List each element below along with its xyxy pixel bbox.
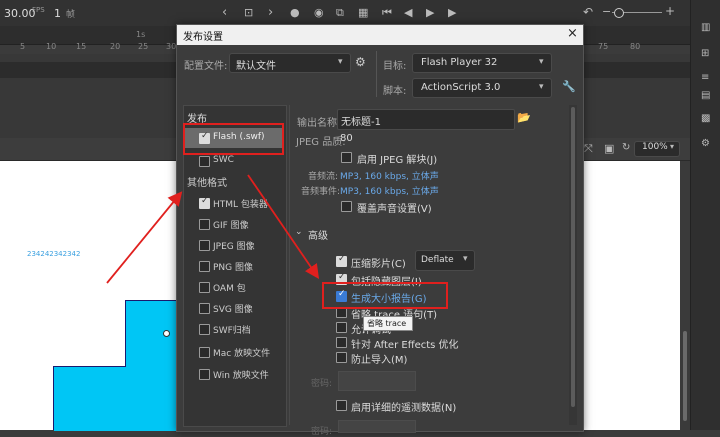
annotation-arrows — [106, 174, 320, 284]
arrow-to-flash — [106, 191, 183, 284]
arrow-to-size-report — [247, 174, 320, 279]
